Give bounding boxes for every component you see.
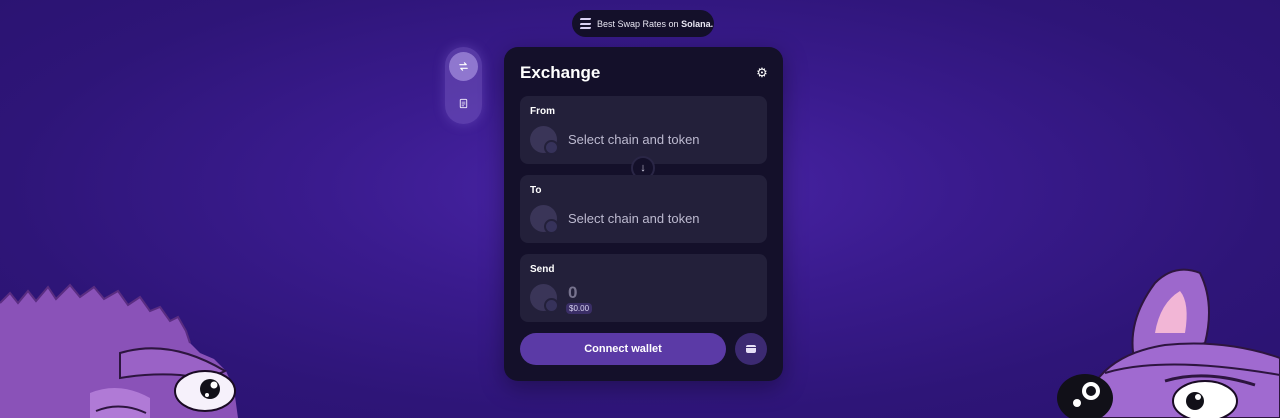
swap-arrows-icon (459, 62, 468, 71)
send-token-placeholder-icon (530, 284, 559, 313)
from-token-placeholder-icon (530, 126, 559, 155)
banner-text: Best Swap Rates on Solana. (597, 19, 713, 29)
mascot-right-illustration (1057, 268, 1280, 418)
from-panel[interactable]: From Select chain and token (520, 96, 767, 164)
nav-swap-button[interactable] (449, 52, 478, 81)
send-panel: Send 0 $0.00 (520, 254, 767, 322)
from-label: From (530, 106, 555, 117)
connect-wallet-button[interactable]: Connect wallet (520, 333, 726, 365)
arrow-down-icon: ↓ (640, 162, 646, 174)
document-icon (459, 98, 468, 109)
mascot-left-illustration (0, 283, 238, 418)
to-select-text[interactable]: Select chain and token (568, 211, 700, 226)
side-nav (445, 47, 482, 124)
solana-icon (579, 18, 592, 29)
to-token-placeholder-icon (530, 205, 559, 234)
from-select-text[interactable]: Select chain and token (568, 132, 700, 147)
to-panel[interactable]: To Select chain and token (520, 175, 767, 243)
exchange-card: Exchange ⚙ From Select chain and token ↓… (504, 47, 783, 381)
nav-history-button[interactable] (449, 89, 478, 118)
send-usd-value: $0.00 (566, 303, 593, 314)
to-label: To (530, 185, 542, 196)
settings-gear-icon[interactable]: ⚙ (756, 66, 768, 79)
card-title: Exchange (520, 63, 601, 82)
banner-highlight: Solana. (681, 18, 714, 29)
promo-banner: Best Swap Rates on Solana. (572, 10, 714, 37)
wallet-icon (746, 345, 756, 353)
send-amount-input[interactable]: 0 (568, 283, 577, 303)
wallet-button[interactable] (735, 333, 767, 365)
banner-prefix: Best Swap Rates on (597, 18, 679, 29)
send-label: Send (530, 264, 555, 275)
